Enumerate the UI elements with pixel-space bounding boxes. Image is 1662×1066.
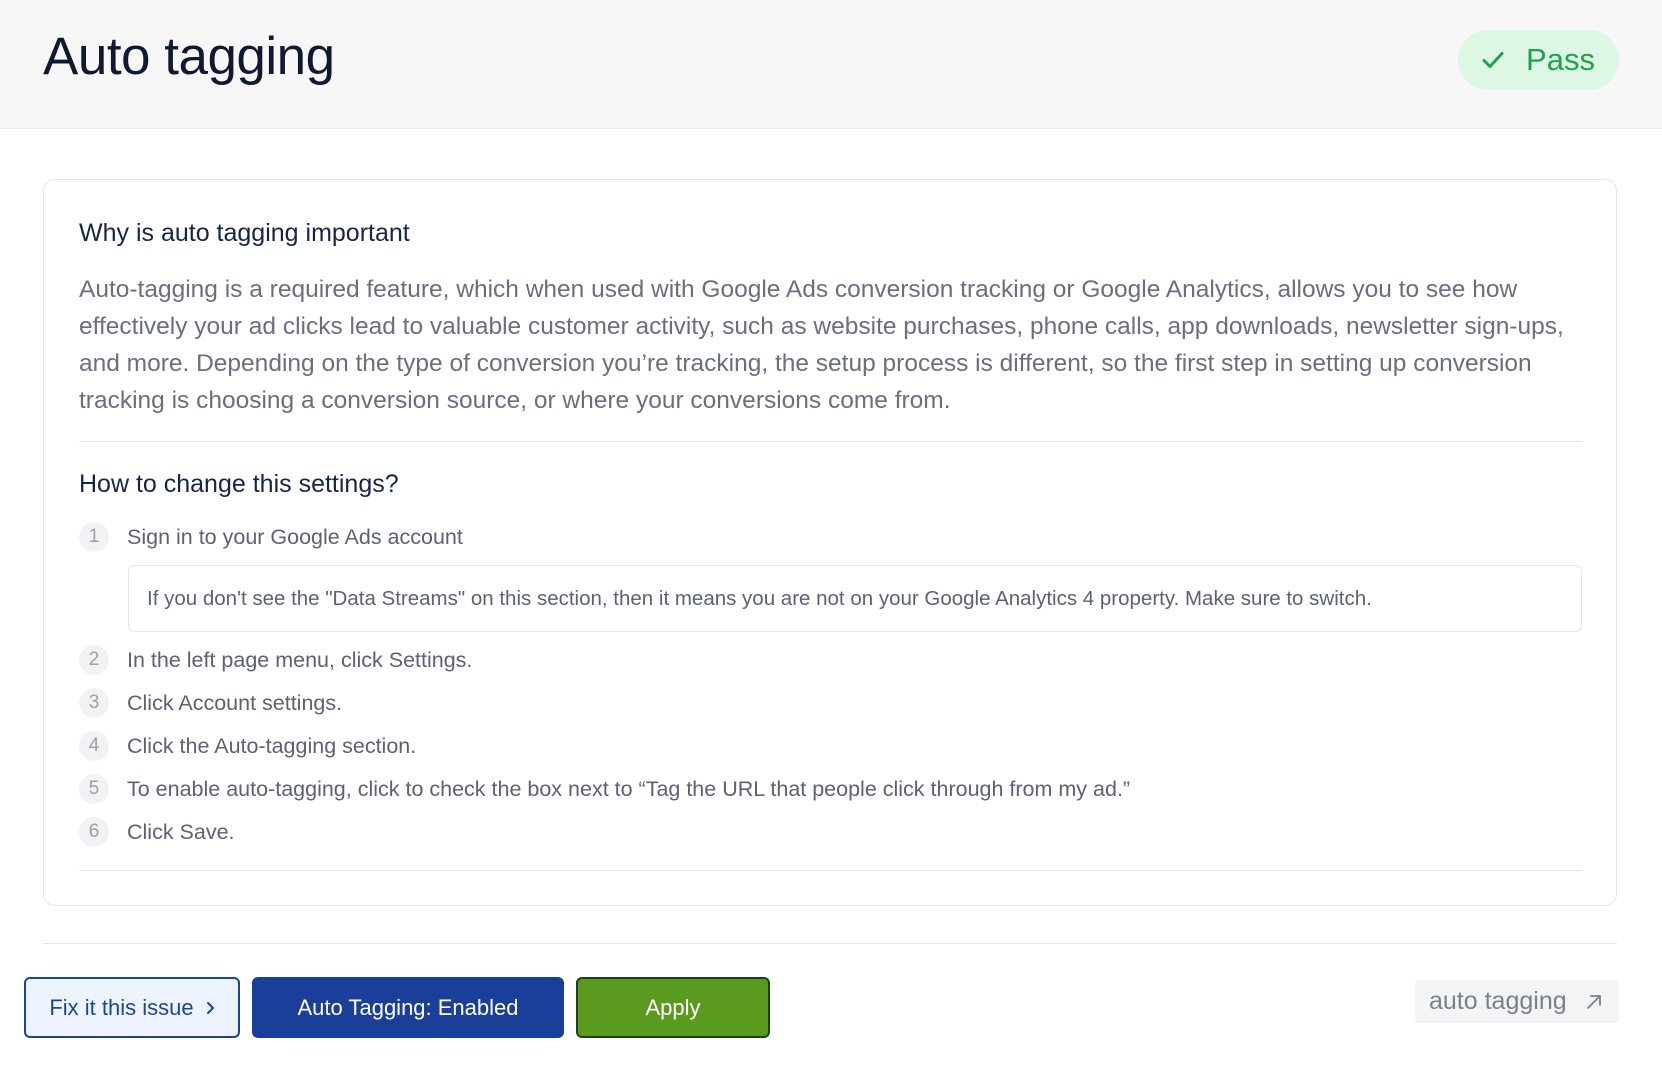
step-text: In the left page menu, click Settings.	[127, 647, 473, 672]
arrow-up-right-icon	[1585, 993, 1603, 1011]
fix-issue-button[interactable]: Fix it this issue	[24, 977, 240, 1038]
step-number: 6	[79, 817, 109, 847]
section-divider	[79, 441, 1582, 442]
chevron-right-icon	[206, 995, 215, 1021]
auto-tagging-link-label: auto tagging	[1429, 987, 1567, 1015]
how-title: How to change this settings?	[79, 470, 399, 498]
step-item: 1 Sign in to your Google Ads account	[79, 520, 463, 554]
step-text: Click the Auto-tagging section.	[127, 733, 417, 758]
page-title: Auto tagging	[43, 27, 335, 86]
fix-issue-label: Fix it this issue	[49, 994, 194, 1020]
auto-tagging-link[interactable]: auto tagging	[1415, 980, 1619, 1023]
step-number: 2	[79, 645, 109, 675]
step-item: 5 To enable auto-tagging, click to check…	[79, 772, 1130, 806]
check-icon	[1482, 51, 1504, 69]
apply-button[interactable]: Apply	[576, 977, 770, 1038]
step-item: 3 Click Account settings.	[79, 686, 342, 720]
step-number: 4	[79, 731, 109, 761]
status-badge: Pass	[1458, 30, 1619, 90]
section-divider	[79, 870, 1582, 871]
step-text: Click Save.	[127, 819, 235, 844]
info-card: Why is auto tagging important Auto-taggi…	[43, 179, 1617, 906]
step-number: 3	[79, 688, 109, 718]
step-item: 6 Click Save.	[79, 815, 235, 849]
step-number: 1	[79, 522, 109, 552]
step-item: 4 Click the Auto-tagging section.	[79, 729, 416, 763]
step-item: 2 In the left page menu, click Settings.	[79, 643, 472, 677]
auto-tagging-toggle-button[interactable]: Auto Tagging: Enabled	[252, 977, 564, 1038]
why-description: Auto-tagging is a required feature, whic…	[79, 276, 1564, 414]
step-text: Sign in to your Google Ads account	[127, 524, 463, 549]
footer-divider	[43, 943, 1617, 944]
step-number: 5	[79, 774, 109, 804]
step-text: To enable auto-tagging, click to check t…	[127, 776, 1131, 801]
step-text: Click Account settings.	[127, 690, 343, 715]
note-box: If you don't see the "Data Streams" on t…	[128, 565, 1582, 632]
status-label: Pass	[1526, 42, 1595, 77]
why-title: Why is auto tagging important	[79, 219, 410, 247]
page-header: Auto tagging Pass	[0, 0, 1662, 129]
